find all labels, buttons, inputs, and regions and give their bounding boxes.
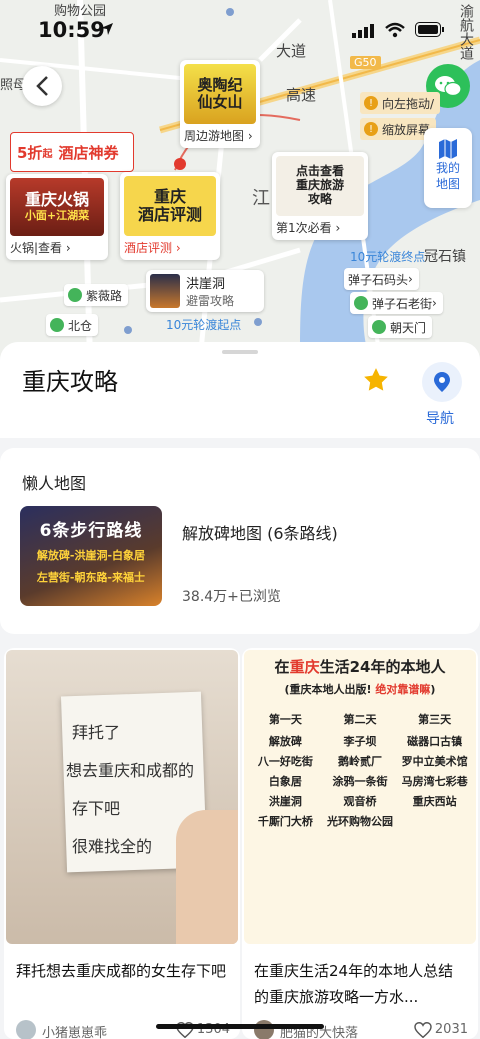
hongyadong-title: 洪崖洞 — [186, 277, 226, 292]
pin-guide-image: 点击查看 重庆旅游 攻略 — [276, 156, 364, 216]
pin-icon — [372, 320, 386, 334]
pin-hongyadong[interactable]: 洪崖洞 避雷攻略 — [146, 270, 264, 312]
pin-aotao[interactable]: 奥陶纪 仙女山 周边游地图 › — [180, 60, 260, 148]
battery-icon — [415, 22, 444, 37]
home-indicator[interactable] — [156, 1024, 324, 1029]
pin-hotpot-caption: 火锅|查看 › — [10, 241, 71, 255]
pin-aotao-image: 奥陶纪 仙女山 — [184, 64, 256, 124]
map-place-label: 江 — [252, 188, 270, 209]
hotel-coupon-banner[interactable]: 5折起酒店神券 — [10, 132, 134, 172]
pin-guide-caption: 第1次必看 › — [276, 221, 341, 235]
info-icon: ! — [364, 96, 378, 110]
ferry-label: 10元轮渡起点 — [166, 318, 242, 332]
lazy-map-section-title: 懒人地图 — [22, 474, 87, 493]
info-icon: ! — [364, 122, 378, 136]
location-arrow-icon — [101, 23, 113, 35]
itinerary-title: 在重庆生活24年的本地人 — [274, 658, 446, 676]
post-footer: 小猪崽崽乖 1304 — [16, 1020, 230, 1039]
post-card[interactable]: 在重庆生活24年的本地人 (重庆本地人出版! 绝对靠谱嘛) 第一天 第二天 第三天 … — [242, 648, 478, 1039]
wifi-icon — [385, 22, 405, 38]
pin-hotel-caption: 酒店评测 › — [124, 241, 181, 255]
map-place-label: 渝航大道 — [458, 4, 474, 60]
pin-icon — [50, 318, 64, 332]
map-place-label: 大道 — [276, 42, 307, 60]
map-place-label: 高速 — [286, 86, 317, 104]
map-view[interactable]: 10:59 购物公园 照母 大道 G50 高速 渝航大道 冠石镇 江 ! 向左拖… — [0, 0, 480, 360]
pin-hotel-review[interactable]: 重庆 酒店评测 酒店评测 › — [120, 172, 220, 260]
pin-hotpot[interactable]: 重庆火锅 小面+江湖菜 火锅|查看 › — [6, 174, 108, 260]
pin-hotel-image: 重庆 酒店评测 — [124, 176, 216, 236]
map-place-label: 冠石镇 — [424, 249, 466, 265]
post-author[interactable]: 小猪崽崽乖 — [42, 1022, 107, 1039]
map-tag[interactable]: 弹子石码头 › — [344, 268, 419, 290]
bottom-sheet[interactable]: 重庆攻略 导航 懒人地图 6条步行路线 解放碑-洪崖洞-白象居 左营街-朝东路-… — [0, 342, 480, 1039]
avatar[interactable] — [16, 1020, 36, 1039]
post-card[interactable]: 拜托了 想去重庆和成都的 存下吧 很难找全的 拜托想去重庆成都的女生存下吧 小猪… — [4, 648, 240, 1039]
highway-shield: G50 — [350, 56, 381, 69]
post-title[interactable]: 在重庆生活24年的本地人总结的重庆旅游攻略一方水... — [254, 958, 468, 1010]
lazy-map-name[interactable]: 解放碑地图 (6条路线) — [182, 520, 338, 544]
location-pin-icon — [434, 372, 450, 392]
lazy-map-views: 38.4万+已浏览 — [182, 589, 281, 605]
my-map-label-2: 地图 — [435, 177, 460, 191]
post-likes: 2031 — [434, 1022, 468, 1037]
chevron-left-icon — [36, 76, 48, 96]
post-image: 拜托了 想去重庆和成都的 存下吧 很难找全的 — [6, 650, 238, 944]
post-title[interactable]: 拜托想去重庆成都的女生存下吧 — [16, 958, 230, 984]
map-tag[interactable]: 弹子石老街 › — [350, 292, 443, 314]
pin-aotao-caption: 周边游地图 › — [184, 129, 253, 143]
my-map-label-1: 我的 — [435, 161, 460, 175]
favorite-star-icon[interactable] — [362, 366, 390, 394]
pin-icon — [68, 288, 82, 302]
pin-icon — [354, 296, 368, 310]
back-button[interactable] — [22, 66, 62, 106]
cellular-signal-icon — [352, 24, 374, 38]
lazy-map-card[interactable]: 懒人地图 6条步行路线 解放碑-洪崖洞-白象居 左营街-朝东路-来福士 解放碑地… — [0, 448, 480, 634]
hongyadong-thumbnail — [150, 274, 180, 308]
itinerary-subtitle: (重庆本地人出版! 绝对靠谱嘛) — [284, 683, 436, 696]
map-icon — [439, 139, 457, 159]
map-tag[interactable]: 北仓 — [46, 314, 99, 336]
page-title: 重庆攻略 — [22, 368, 118, 396]
ferry-label: 10元轮渡终点 — [350, 250, 426, 264]
my-map-button[interactable]: 我的 地图 — [424, 128, 472, 208]
map-place-label: 购物公园 — [54, 4, 107, 19]
itinerary-days: 第一天 第二天 第三天 — [268, 713, 452, 726]
map-tag[interactable]: 紫薇路 — [64, 284, 129, 306]
navigate-label[interactable]: 导航 — [426, 408, 454, 428]
sheet-grabber[interactable] — [222, 350, 258, 354]
post-footer: 肥猫的大快落 2031 — [254, 1020, 468, 1039]
thumb-route-2: 左营街-朝东路-来福士 — [36, 571, 146, 584]
tip-drag-left: ! 向左拖动/ — [360, 92, 441, 114]
itinerary-image: 在重庆生活24年的本地人 (重庆本地人出版! 绝对靠谱嘛) 第一天 第二天 第三天 … — [244, 650, 476, 944]
pin-hotpot-image: 重庆火锅 小面+江湖菜 — [10, 178, 104, 236]
sheet-header: 重庆攻略 导航 — [0, 342, 480, 438]
avatar[interactable] — [254, 1020, 274, 1039]
post-image: 在重庆生活24年的本地人 (重庆本地人出版! 绝对靠谱嘛) 第一天 第二天 第三天 … — [244, 650, 476, 944]
thumb-title: 6条步行路线 — [39, 521, 143, 541]
map-tag[interactable]: 朝天门 — [368, 316, 433, 338]
pin-guide[interactable]: 点击查看 重庆旅游 攻略 第1次必看 › — [272, 152, 368, 240]
hand-image — [176, 810, 238, 944]
itinerary-grid: 解放碑 李子坝 磁器口古镇 八一好吃街 鹅岭贰厂 罗中立美术馆 白象居 涂鸦一条街 马房湾七… — [257, 735, 468, 828]
hongyadong-sub: 避雷攻略 — [186, 294, 235, 308]
lazy-map-thumbnail[interactable]: 6条步行路线 解放碑-洪崖洞-白象居 左营街-朝东路-来福士 — [20, 506, 162, 606]
like-heart-icon[interactable] — [414, 1022, 432, 1038]
navigate-button[interactable] — [422, 362, 462, 402]
status-time: 10:59 — [38, 18, 105, 42]
thumb-route-1: 解放碑-洪崖洞-白象居 — [36, 549, 146, 562]
